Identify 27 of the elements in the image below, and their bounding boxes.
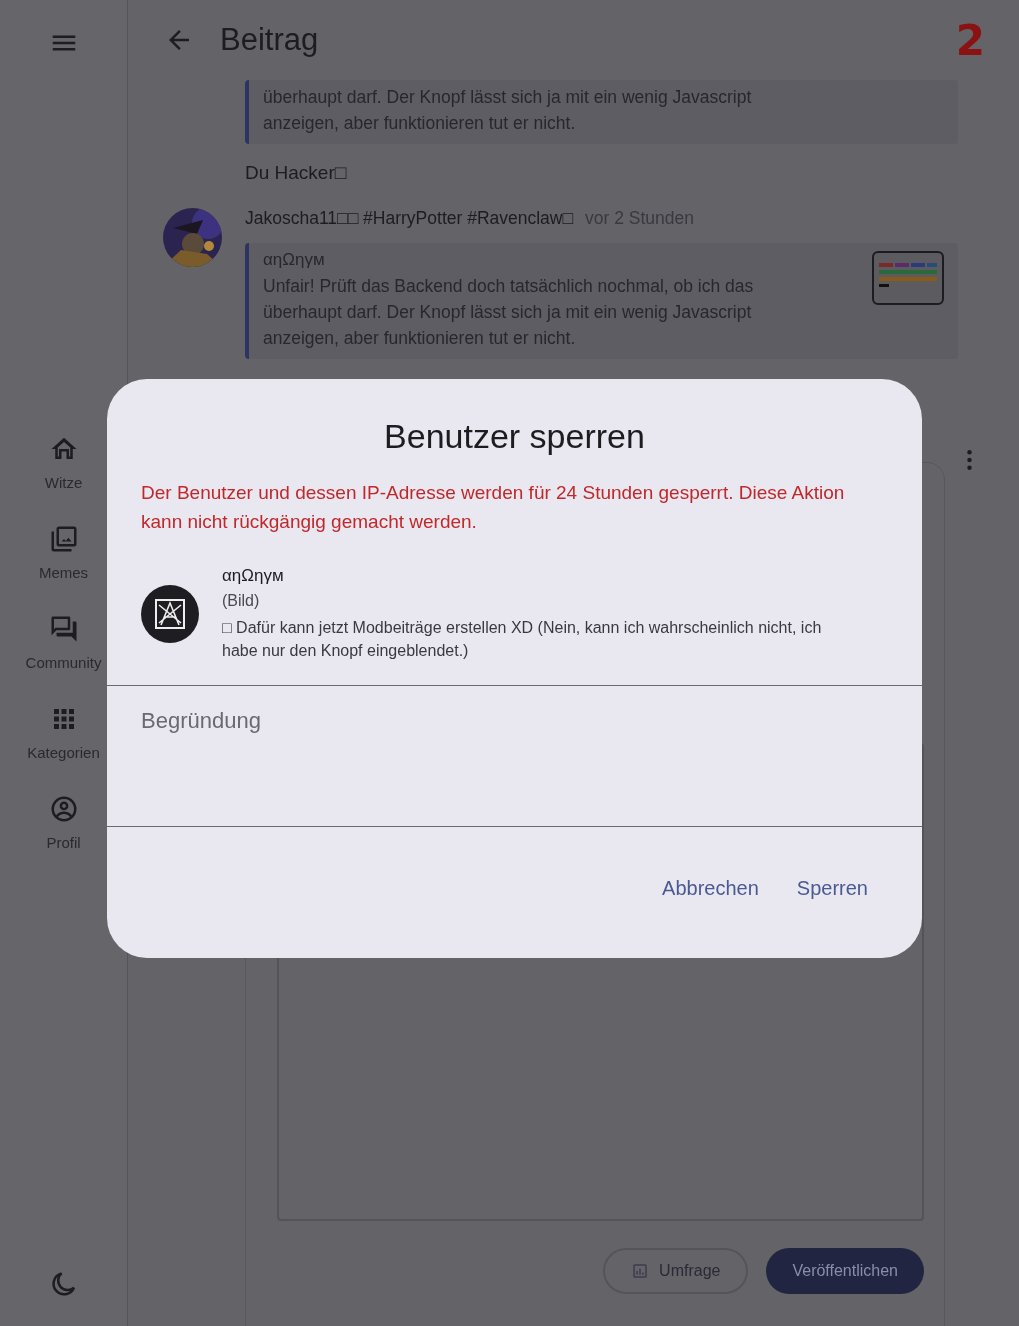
reason-field[interactable]: Begründung (107, 685, 922, 827)
media-label: (Bild) (222, 592, 261, 610)
more-button[interactable] (967, 450, 972, 470)
more-icon (967, 450, 972, 470)
nav-item[interactable]: Memes (8, 524, 119, 581)
page-title: Beitrag (220, 22, 320, 58)
nav-item[interactable]: Witze (8, 434, 119, 491)
chart-icon (631, 1262, 650, 1280)
avatar-icon (141, 585, 199, 643)
nav-label: Profil (46, 834, 81, 851)
user-name: αηΩηγм (222, 566, 285, 586)
logo: 2 (955, 15, 985, 65)
poll-button[interactable]: Umfrage (603, 1248, 749, 1294)
cancel-button[interactable]: Abbrechen (648, 869, 773, 908)
nav-label: Community (25, 654, 102, 671)
dialog-title: Benutzer sperren (383, 417, 646, 456)
comment-author: Jakoscha11□□ #HarryPotter #Ravenclaw□ (245, 208, 574, 229)
nav-item[interactable]: Community (8, 614, 119, 671)
nav-label: Kategorien (27, 744, 100, 761)
quote-author: αηΩηγм (263, 249, 326, 271)
comment-text: Du Hacker□ (245, 162, 348, 184)
warning-text: Der Benutzer und dessen IP-Adresse werden für 24 Stunden gesperrt. Diese Aktion kann nicht rückgängig gemacht werden. (141, 481, 846, 534)
publish-button[interactable]: Veröffentlichen (766, 1248, 924, 1294)
nav-label: Witze (44, 474, 83, 491)
post-text: □ Dafür kann jetzt Modbeiträge erstellen XD (Nein, kann ich wahrscheinlich nicht, ich habe nur den Knopf eingeblendet.) (222, 618, 823, 661)
nav-label: Memes (38, 564, 89, 581)
ban-button[interactable]: Sperren (782, 869, 882, 908)
